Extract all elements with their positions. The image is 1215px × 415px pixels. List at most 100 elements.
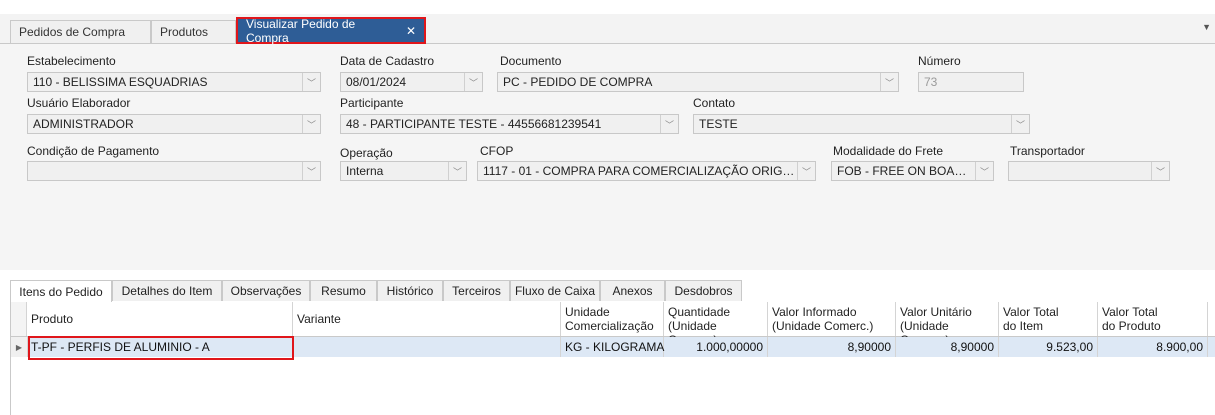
numero-label: Número bbox=[918, 54, 961, 68]
col-overflow bbox=[1208, 302, 1215, 336]
header-label: Quantidade bbox=[668, 305, 731, 319]
tab-observacoes[interactable]: Observações bbox=[222, 280, 310, 301]
cell-produto[interactable]: T-PF - PERFIS DE ALUMINIO - A bbox=[27, 337, 293, 357]
chevron-down-icon[interactable]: ﹀ bbox=[880, 73, 898, 91]
tab-label: Visualizar Pedido de Compra bbox=[246, 16, 356, 45]
operacao-value: Interna bbox=[346, 164, 384, 178]
documento-select[interactable]: PC - PEDIDO DE COMPRA ﹀ bbox=[497, 72, 899, 92]
operacao-select[interactable]: Interna ﹀ bbox=[340, 161, 467, 181]
subtab-label: Anexos bbox=[612, 284, 653, 298]
contato-label: Contato bbox=[693, 96, 736, 110]
cell-valor-total-produto[interactable]: 8.900,00 bbox=[1098, 337, 1208, 357]
cell-valor-unitario[interactable]: 8,90000 bbox=[896, 337, 999, 357]
chevron-down-icon[interactable]: ﹀ bbox=[797, 162, 815, 180]
data-cadastro-label: Data de Cadastro bbox=[340, 54, 435, 68]
header-sublabel: Comercialização bbox=[565, 319, 654, 333]
usuario-label: Usuário Elaborador bbox=[27, 96, 131, 110]
chevron-down-icon[interactable]: ﹀ bbox=[660, 115, 678, 133]
numero-field[interactable]: 73 bbox=[918, 72, 1024, 92]
contato-value: TESTE bbox=[699, 117, 738, 131]
tab-dropdown-icon[interactable]: ▼ bbox=[1202, 22, 1211, 32]
table-row[interactable]: ▶ T-PF - PERFIS DE ALUMINIO - A KG - KIL… bbox=[11, 337, 1215, 357]
row-indicator-header bbox=[11, 302, 27, 336]
header-label: Valor Unitário bbox=[900, 305, 972, 319]
col-valor-total-item[interactable]: Valor Total do Item bbox=[999, 302, 1098, 336]
grid-header: Produto Variante Unidade Comercialização … bbox=[11, 302, 1215, 347]
condicao-label: Condição de Pagamento bbox=[27, 144, 160, 158]
data-cadastro-field[interactable]: 08/01/2024 ﹀ bbox=[340, 72, 483, 92]
modalidade-value: FOB - FREE ON BOARD ... bbox=[837, 164, 975, 178]
close-icon[interactable]: ✕ bbox=[406, 24, 416, 38]
tab-historico[interactable]: Histórico bbox=[377, 280, 443, 301]
col-variante[interactable]: Variante bbox=[293, 302, 561, 336]
chevron-down-icon[interactable]: ﹀ bbox=[302, 115, 320, 133]
tab-anexos[interactable]: Anexos bbox=[600, 280, 665, 301]
usuario-select[interactable]: ADMINISTRADOR ﹀ bbox=[27, 114, 321, 134]
participante-select[interactable]: 48 - PARTICIPANTE TESTE - 44556681239541… bbox=[340, 114, 679, 134]
header-sublabel: do Produto bbox=[1102, 319, 1161, 333]
subtab-label: Fluxo de Caixa bbox=[514, 284, 596, 298]
tab-desdobros[interactable]: Desdobros bbox=[665, 280, 742, 301]
header-label: Valor Total bbox=[1102, 305, 1158, 319]
header-label: Produto bbox=[31, 312, 74, 326]
cfop-value: 1117 - 01 - COMPRA PARA COMERCIALIZAÇÃO … bbox=[483, 164, 797, 178]
header-label: Valor Total bbox=[1003, 305, 1059, 319]
numero-value: 73 bbox=[924, 75, 938, 89]
detail-tab-bar: Itens do Pedido Detalhes do Item Observa… bbox=[10, 280, 1215, 303]
header-label: Variante bbox=[297, 312, 341, 326]
condicao-select[interactable]: ﹀ bbox=[27, 161, 321, 181]
tab-terceiros[interactable]: Terceiros bbox=[443, 280, 510, 301]
chevron-down-icon[interactable]: ﹀ bbox=[448, 162, 466, 180]
operacao-label: Operação bbox=[340, 146, 393, 160]
subtab-label: Terceiros bbox=[452, 284, 501, 298]
documento-label: Documento bbox=[500, 54, 562, 68]
tab-label: Pedidos de Compra bbox=[19, 25, 126, 39]
cfop-label: CFOP bbox=[480, 144, 514, 158]
cell-valor-informado[interactable]: 8,90000 bbox=[768, 337, 896, 357]
modalidade-label: Modalidade do Frete bbox=[833, 144, 944, 158]
header-label: Unidade bbox=[565, 305, 610, 319]
col-valor-total-produto[interactable]: Valor Total do Produto bbox=[1098, 302, 1208, 336]
usuario-value: ADMINISTRADOR bbox=[33, 117, 134, 131]
estabelecimento-value: 110 - BELISSIMA ESQUADRIAS bbox=[33, 75, 208, 89]
chevron-down-icon[interactable]: ﹀ bbox=[302, 73, 320, 91]
modalidade-select[interactable]: FOB - FREE ON BOARD ... ﹀ bbox=[831, 161, 994, 181]
tab-pedidos-de-compra[interactable]: Pedidos de Compra bbox=[10, 20, 151, 43]
tab-resumo[interactable]: Resumo bbox=[310, 280, 377, 301]
tab-detalhes-do-item[interactable]: Detalhes do Item bbox=[112, 280, 222, 301]
chevron-down-icon[interactable]: ﹀ bbox=[464, 73, 482, 91]
col-valor-unitario[interactable]: Valor Unitário(Unidade Comerc.) bbox=[896, 302, 999, 347]
col-unidade[interactable]: Unidade Comercialização bbox=[561, 302, 664, 336]
documento-value: PC - PEDIDO DE COMPRA bbox=[503, 75, 653, 89]
cell-valor-total-item[interactable]: 9.523,00 bbox=[999, 337, 1098, 357]
header-label: Valor Informado bbox=[772, 305, 857, 319]
chevron-down-icon[interactable]: ﹀ bbox=[1151, 162, 1169, 180]
participante-label: Participante bbox=[340, 96, 404, 110]
col-quantidade[interactable]: Quantidade(Unidade Comerc.) bbox=[664, 302, 768, 347]
contato-select[interactable]: TESTE ﹀ bbox=[693, 114, 1030, 134]
document-tab-bar: Pedidos de Compra Produtos Visualizar Pe… bbox=[0, 14, 1215, 45]
cell-variante[interactable] bbox=[293, 337, 561, 357]
items-grid: Produto Variante Unidade Comercialização … bbox=[10, 302, 1215, 415]
estabelecimento-label: Estabelecimento bbox=[27, 54, 116, 68]
transportador-select[interactable]: ﹀ bbox=[1008, 161, 1170, 181]
col-valor-informado[interactable]: Valor Informado (Unidade Comerc.) bbox=[768, 302, 896, 336]
chevron-down-icon[interactable]: ﹀ bbox=[975, 162, 993, 180]
chevron-down-icon[interactable]: ﹀ bbox=[302, 162, 320, 180]
tab-itens-do-pedido[interactable]: Itens do Pedido bbox=[10, 280, 112, 302]
col-produto[interactable]: Produto bbox=[27, 302, 293, 336]
subtab-label: Histórico bbox=[386, 284, 434, 298]
chevron-down-icon[interactable]: ﹀ bbox=[1011, 115, 1029, 133]
subtab-label: Detalhes do Item bbox=[121, 284, 213, 298]
estabelecimento-select[interactable]: 110 - BELISSIMA ESQUADRIAS ﹀ bbox=[27, 72, 321, 92]
cfop-select[interactable]: 1117 - 01 - COMPRA PARA COMERCIALIZAÇÃO … bbox=[477, 161, 816, 181]
data-cadastro-value: 08/01/2024 bbox=[346, 75, 407, 89]
subtab-label: Resumo bbox=[321, 284, 366, 298]
header-sublabel: do Item bbox=[1003, 319, 1044, 333]
cell-unidade[interactable]: KG - KILOGRAMA bbox=[561, 337, 664, 357]
tab-visualizar-pedido[interactable]: Visualizar Pedido de Compra ✕ bbox=[236, 16, 426, 45]
tab-produtos[interactable]: Produtos bbox=[151, 20, 236, 43]
header-sublabel: (Unidade Comerc.) bbox=[772, 319, 874, 333]
cell-quantidade[interactable]: 1.000,00000 bbox=[664, 337, 768, 357]
tab-fluxo-de-caixa[interactable]: Fluxo de Caixa bbox=[510, 280, 600, 301]
